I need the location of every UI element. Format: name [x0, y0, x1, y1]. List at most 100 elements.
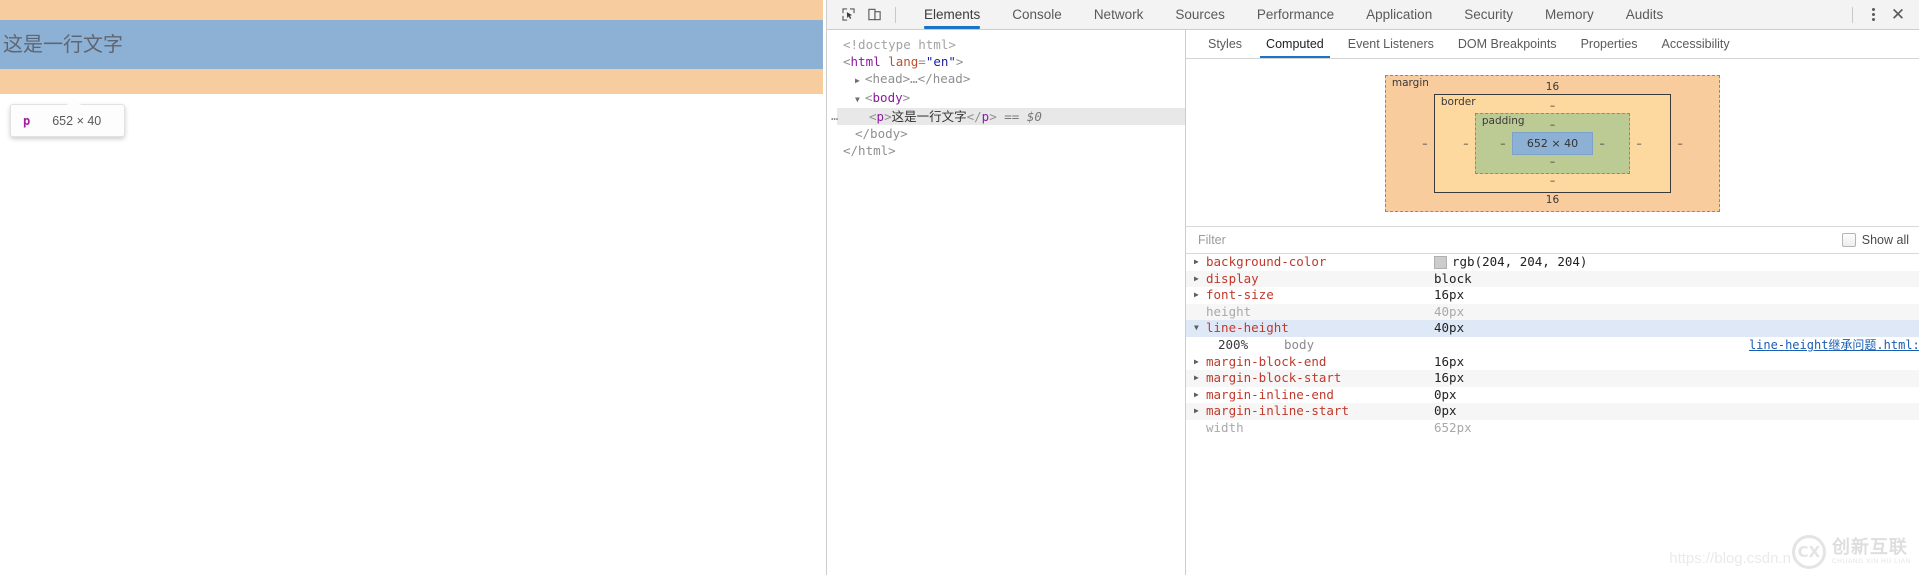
- devtools-tab-bar: Elements Console Network Sources Perform…: [908, 0, 1679, 29]
- expand-triangle-icon[interactable]: ▶: [1194, 370, 1206, 387]
- dom-line-head[interactable]: ▶ <head>…</head>: [837, 70, 1185, 89]
- tab-performance[interactable]: Performance: [1241, 0, 1350, 29]
- tab-label: Security: [1464, 7, 1513, 22]
- dom-line-selected-p[interactable]: … <p>这是一行文字</p> == $0: [831, 108, 1185, 125]
- filter-input[interactable]: Filter: [1198, 233, 1842, 247]
- prop-name: width: [1206, 419, 1244, 435]
- show-all-checkbox[interactable]: [1841, 233, 1856, 247]
- sub-tab-label: Styles: [1208, 37, 1243, 51]
- tab-label: Network: [1093, 7, 1144, 22]
- prop-name: margin-block-start: [1206, 370, 1342, 386]
- sub-tab-dom-breakpoints[interactable]: DOM Breakpoints: [1446, 30, 1569, 58]
- margin-top-value[interactable]: 16: [1416, 80, 1689, 94]
- p-text-token: 这是一行文字: [891, 109, 967, 124]
- more-nodes-icon[interactable]: …: [831, 108, 839, 125]
- sub-tab-properties[interactable]: Properties: [1569, 30, 1650, 58]
- tab-security[interactable]: Security: [1448, 0, 1529, 29]
- dom-tree[interactable]: <!doctype html> <html lang="en"> ▶ <head>…: [827, 30, 1186, 575]
- margin-left-value[interactable]: –: [1416, 138, 1434, 150]
- close-icon[interactable]: ✕: [1885, 2, 1911, 28]
- expand-triangle-icon[interactable]: ▶: [1194, 387, 1206, 404]
- style-source-link[interactable]: line-height继承问题.html:9: [1749, 337, 1919, 354]
- tab-console[interactable]: Console: [996, 0, 1078, 29]
- prop-row-font-size[interactable]: ▶ font-size 16px: [1186, 287, 1919, 304]
- tab-application[interactable]: Application: [1350, 0, 1448, 29]
- box-model[interactable]: margin 16 – border – – padding – – 652 ×…: [1384, 75, 1721, 212]
- highlight-margin-top: [0, 0, 823, 20]
- box-model-padding[interactable]: padding – – 652 × 40 – –: [1474, 113, 1631, 174]
- padding-bottom-value[interactable]: –: [1494, 155, 1611, 169]
- device-toolbar-icon[interactable]: [861, 2, 887, 28]
- devtools-toolbar: Elements Console Network Sources Perform…: [827, 0, 1919, 30]
- prop-row-line-height[interactable]: ▼ line-height 40px: [1186, 320, 1919, 337]
- tooltip-dimensions: 652 × 40: [52, 113, 102, 128]
- border-right-value[interactable]: –: [1630, 138, 1648, 150]
- dom-line-body-close[interactable]: </body>: [837, 125, 1185, 142]
- tab-elements[interactable]: Elements: [908, 0, 996, 29]
- expand-triangle-head-icon[interactable]: ▶: [855, 72, 864, 89]
- prop-row-margin-inline-start[interactable]: ▶ margin-inline-start 0px: [1186, 403, 1919, 420]
- lang-attr-name: lang: [888, 54, 919, 69]
- prop-trace-line-height[interactable]: 200% body line-height继承问题.html:9: [1186, 337, 1919, 354]
- tab-audits[interactable]: Audits: [1610, 0, 1680, 29]
- tab-label: Sources: [1175, 7, 1225, 22]
- html-close-token: </html>: [843, 143, 896, 158]
- page-viewport: 这是一行文字 p 652 × 40: [0, 0, 826, 575]
- prop-row-margin-block-start[interactable]: ▶ margin-block-start 16px: [1186, 370, 1919, 387]
- dom-line-doctype[interactable]: <!doctype html>: [837, 36, 1185, 53]
- collapse-triangle-icon[interactable]: ▼: [1194, 320, 1206, 337]
- expand-triangle-icon[interactable]: ▶: [1194, 271, 1206, 288]
- dom-line-html-open[interactable]: <html lang="en">: [837, 53, 1185, 70]
- sub-tab-label: Computed: [1266, 37, 1324, 51]
- prop-row-margin-block-end[interactable]: ▶ margin-block-end 16px: [1186, 354, 1919, 371]
- prop-name: background-color: [1206, 254, 1327, 269]
- sub-tab-event-listeners[interactable]: Event Listeners: [1336, 30, 1446, 58]
- padding-left-value[interactable]: –: [1494, 138, 1512, 150]
- body-close-token: </body>: [855, 126, 908, 141]
- expand-triangle-icon[interactable]: ▶: [1194, 403, 1206, 420]
- margin-right-value[interactable]: –: [1671, 138, 1689, 150]
- tab-label: Performance: [1256, 7, 1335, 22]
- styles-sidebar: Styles Computed Event Listeners DOM Brea…: [1186, 30, 1919, 575]
- tab-memory[interactable]: Memory: [1529, 0, 1610, 29]
- box-model-margin[interactable]: margin 16 – border – – padding – – 652 ×…: [1384, 75, 1721, 212]
- sub-tab-label: Event Listeners: [1347, 37, 1434, 51]
- selected-node-ref: == $0: [1004, 109, 1042, 124]
- border-left-value[interactable]: –: [1457, 138, 1475, 150]
- box-model-content[interactable]: 652 × 40: [1511, 132, 1594, 155]
- prop-row-display[interactable]: ▶ display block: [1186, 270, 1919, 288]
- collapse-triangle-body-icon[interactable]: ▼: [855, 91, 864, 108]
- sub-tab-styles[interactable]: Styles: [1196, 30, 1254, 58]
- tab-sources[interactable]: Sources: [1159, 0, 1241, 29]
- inspect-cursor-icon[interactable]: [835, 2, 861, 28]
- border-top-value[interactable]: –: [1457, 99, 1648, 113]
- prop-row-height[interactable]: height 40px: [1186, 303, 1919, 321]
- kebab-menu-icon[interactable]: [1861, 3, 1885, 27]
- sub-tab-computed[interactable]: Computed: [1254, 30, 1336, 58]
- dom-line-body-open[interactable]: ▼ <body>: [837, 89, 1185, 108]
- prop-row-margin-inline-end[interactable]: ▶ margin-inline-end 0px: [1186, 387, 1919, 404]
- border-bottom-value[interactable]: –: [1457, 174, 1648, 188]
- expand-triangle-icon[interactable]: ▶: [1194, 354, 1206, 371]
- head-token: <head>…</head>: [865, 71, 971, 86]
- tab-network[interactable]: Network: [1078, 0, 1160, 29]
- prop-row-background-color[interactable]: ▶ background-color rgb(204, 204, 204): [1186, 254, 1919, 271]
- prop-name: font-size: [1206, 287, 1274, 303]
- p-open-tag-token: p: [876, 109, 885, 124]
- prop-row-width[interactable]: width 652px: [1186, 420, 1919, 437]
- dom-line-html-close[interactable]: </html>: [837, 142, 1185, 159]
- prop-value: 16px: [1434, 287, 1465, 303]
- prop-value: 40px: [1434, 303, 1465, 319]
- prop-value: 16px: [1434, 370, 1465, 386]
- color-swatch[interactable]: [1434, 255, 1447, 269]
- tab-label: Audits: [1625, 7, 1664, 22]
- computed-properties-list[interactable]: ▶ background-color rgb(204, 204, 204) ▶ …: [1186, 254, 1919, 575]
- show-all-toggle[interactable]: Show all: [1841, 233, 1909, 247]
- margin-bottom-value[interactable]: 16: [1416, 193, 1689, 207]
- prop-value: rgb(204, 204, 204): [1434, 254, 1587, 271]
- sub-tab-accessibility[interactable]: Accessibility: [1650, 30, 1742, 58]
- box-model-border[interactable]: border – – padding – – 652 × 40 – – – –: [1433, 94, 1672, 193]
- expand-triangle-icon[interactable]: ▶: [1194, 287, 1206, 304]
- expand-triangle-icon[interactable]: ▶: [1194, 254, 1206, 271]
- padding-right-value[interactable]: –: [1593, 138, 1611, 150]
